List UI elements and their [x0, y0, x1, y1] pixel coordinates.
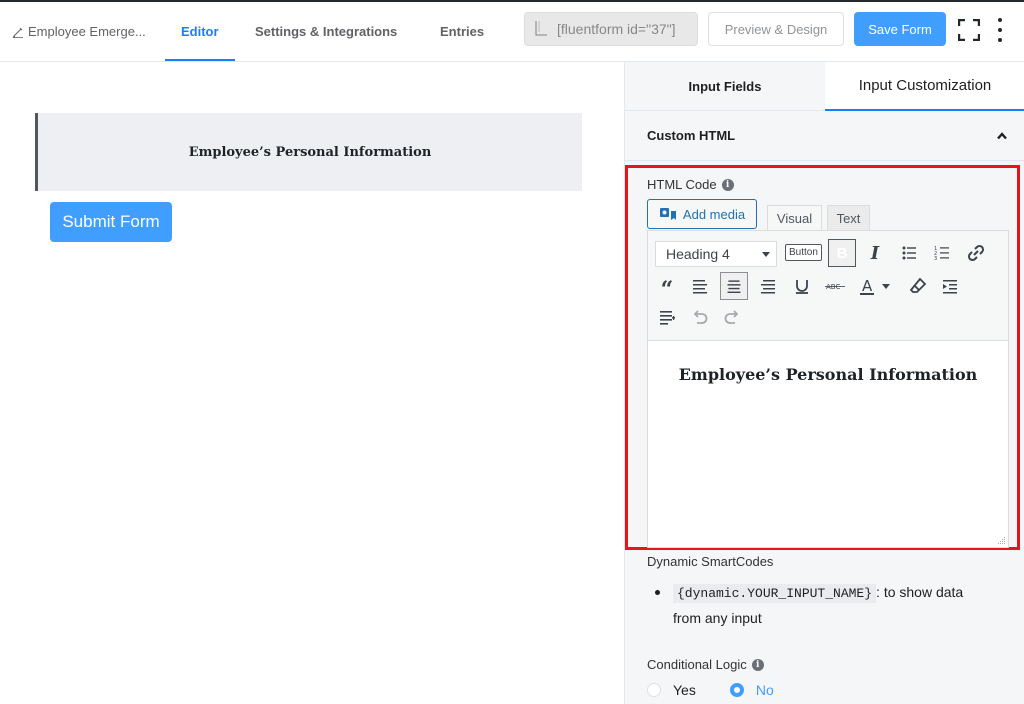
submit-form-button[interactable]: Submit Form	[50, 202, 172, 242]
editor-toolbar: Heading 4 Button B I 123 “ ABC A	[648, 231, 1008, 341]
smartcodes-list: {dynamic.YOUR_INPUT_NAME}: to show data …	[655, 580, 995, 630]
tab-visual[interactable]: Visual	[767, 205, 822, 230]
blockquote-icon[interactable]: “	[653, 272, 681, 303]
align-right-icon[interactable]	[754, 272, 782, 300]
form-canvas: Employee’s Personal Information Submit F…	[0, 62, 624, 704]
radio-yes-label[interactable]: Yes	[673, 682, 696, 698]
format-select[interactable]: Heading 4	[655, 241, 777, 267]
svg-text:ABC: ABC	[826, 283, 840, 291]
chevron-up-icon[interactable]	[997, 131, 1007, 141]
shortcode-copy[interactable]: [fluentform id="37"]	[524, 12, 698, 46]
underline-icon[interactable]	[788, 272, 816, 300]
info-icon[interactable]: i	[751, 658, 764, 671]
chevron-down-icon	[762, 252, 770, 257]
undo-icon[interactable]	[686, 303, 714, 331]
toolbar-toggle-icon[interactable]	[653, 303, 681, 331]
copy-icon	[535, 21, 547, 36]
custom-html-preview-text: Employee’s Personal Information	[188, 144, 432, 160]
tab-input-fields[interactable]: Input Fields	[625, 62, 825, 111]
bullet-list-icon[interactable]	[895, 239, 923, 267]
active-tab-indicator	[165, 59, 235, 61]
custom-html-field[interactable]: Employee’s Personal Information	[35, 113, 582, 191]
align-center-icon[interactable]	[720, 272, 748, 300]
radio-no[interactable]	[729, 683, 744, 697]
tab-entries[interactable]: Entries	[440, 24, 484, 39]
clear-formatting-icon[interactable]	[904, 272, 932, 300]
smartcode-code: {dynamic.YOUR_INPUT_NAME}	[673, 584, 877, 603]
html-code-label: HTML Code	[647, 177, 717, 192]
section-title: Custom HTML	[647, 128, 736, 143]
resize-handle-icon[interactable]	[996, 535, 1006, 545]
preview-design-button[interactable]: Preview & Design	[708, 12, 844, 46]
button-shortcode-button[interactable]: Button	[785, 244, 822, 261]
smartcode-item: {dynamic.YOUR_INPUT_NAME}: to show data …	[673, 580, 995, 630]
top-bar: Employee Emerge... Editor Settings & Int…	[0, 0, 1024, 62]
conditional-logic-label-row: Conditional Logic i	[647, 657, 764, 672]
align-left-icon[interactable]	[686, 272, 714, 300]
conditional-logic-label: Conditional Logic	[647, 657, 747, 672]
radio-no-label[interactable]: No	[756, 682, 774, 698]
conditional-logic-radios: Yes No	[647, 682, 808, 698]
editor-heading-text: Employee’s Personal Information	[678, 365, 978, 384]
radio-yes[interactable]	[647, 683, 661, 697]
editor-content[interactable]: Employee’s Personal Information	[648, 341, 1008, 529]
svg-text:A: A	[862, 277, 873, 295]
custom-html-section-header[interactable]: Custom HTML	[625, 111, 1024, 161]
wysiwyg-editor: Heading 4 Button B I 123 “ ABC A Employe…	[647, 230, 1009, 548]
settings-sidebar: Input Fields Input Customization Custom …	[624, 62, 1024, 704]
pencil-icon	[12, 27, 23, 38]
link-icon[interactable]	[962, 239, 990, 267]
text-color-icon[interactable]: A	[856, 272, 896, 300]
format-select-value: Heading 4	[666, 246, 730, 262]
add-media-button[interactable]: Add media	[647, 199, 757, 229]
shortcode-text: [fluentform id="37"]	[557, 21, 676, 37]
strikethrough-icon[interactable]: ABC	[821, 272, 849, 300]
tab-input-customization[interactable]: Input Customization	[825, 62, 1024, 111]
tab-text[interactable]: Text	[827, 205, 870, 230]
bold-button[interactable]: B	[828, 239, 856, 267]
html-code-label-row: HTML Code i	[647, 177, 734, 192]
info-icon[interactable]: i	[721, 178, 734, 191]
italic-button[interactable]: I	[861, 239, 889, 267]
indent-icon[interactable]	[936, 272, 964, 300]
media-icon	[659, 208, 676, 220]
tab-editor[interactable]: Editor	[181, 24, 219, 39]
bullet-icon	[655, 590, 660, 595]
redo-icon[interactable]	[718, 303, 746, 331]
save-form-button[interactable]: Save Form	[854, 12, 946, 46]
smartcodes-label: Dynamic SmartCodes	[647, 554, 774, 569]
numbered-list-icon[interactable]: 123	[928, 239, 956, 267]
add-media-label: Add media	[682, 206, 746, 222]
sidebar-tabs: Input Fields Input Customization	[625, 62, 1024, 111]
more-options-icon[interactable]	[996, 18, 1004, 42]
form-name[interactable]: Employee Emerge...	[12, 24, 146, 39]
svg-text:3: 3	[934, 256, 937, 262]
form-name-label: Employee Emerge...	[28, 24, 146, 39]
fullscreen-icon[interactable]	[958, 19, 980, 41]
tab-settings-integrations[interactable]: Settings & Integrations	[255, 24, 397, 39]
